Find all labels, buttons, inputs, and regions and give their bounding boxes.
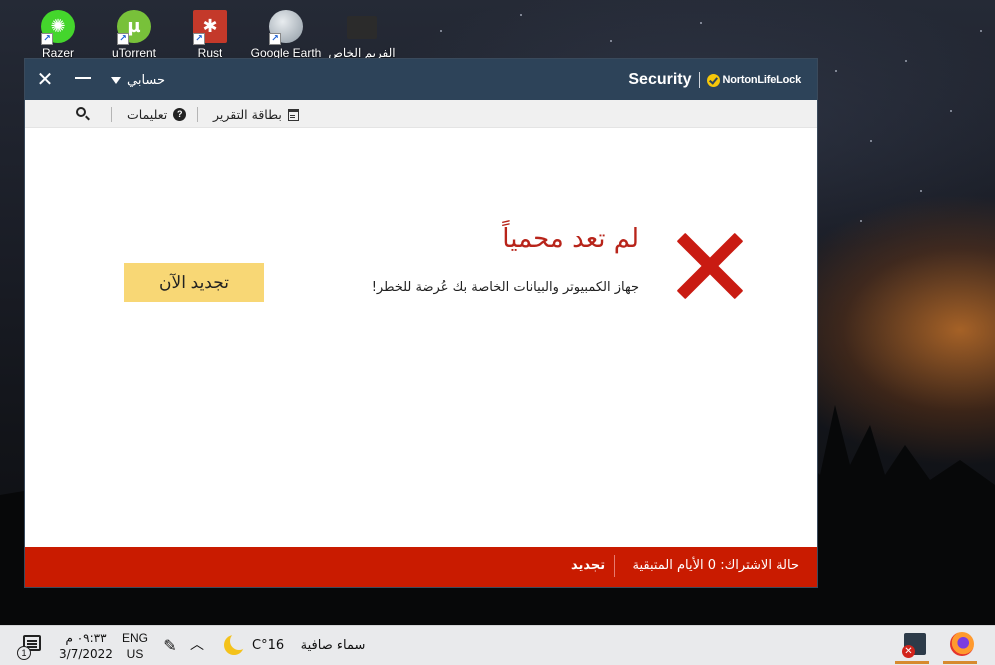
search-button[interactable] <box>75 106 91 122</box>
weather-temperature: 16°C <box>252 638 285 653</box>
firefox-icon <box>950 632 974 656</box>
subscription-footer: حالة الاشتراك: 0 الأيام المتبقية تجديد <box>25 547 817 587</box>
window-toolbar: تعليمات ? بطاقة التقرير <box>25 100 817 128</box>
notification-count: 1 <box>17 646 31 660</box>
clock-date: 3/7/2022 <box>59 647 113 661</box>
desktop-icon-rust[interactable]: ✱ ↗ Rust <box>172 10 248 60</box>
weather-condition: سماء صافية <box>300 638 366 653</box>
shortcut-arrow-icon: ↗ <box>193 33 205 46</box>
norton-check-icon <box>706 73 720 87</box>
pen-workspace-icon[interactable]: ✎ <box>160 636 180 656</box>
video-frame-icon <box>347 16 377 40</box>
status-panel: لم تعد محمياً جهاز الكمبيوتر والبيانات ا… <box>25 128 817 547</box>
subscription-status: حالة الاشتراك: 0 الأيام المتبقية <box>632 558 799 573</box>
shortcut-arrow-icon: ↗ <box>117 33 129 46</box>
search-icon-handle <box>85 115 90 121</box>
close-icon: ✕ <box>36 67 54 91</box>
taskbar: 1 ٠٩:٣٣ م 3/7/2022 ENG US ✎ ︿ سماء صافية… <box>0 625 995 665</box>
chevron-down-icon <box>111 76 121 84</box>
razer-icon: ✺ ↗ <box>41 10 75 46</box>
help-icon: ? <box>173 108 187 121</box>
norton-brand: Security NortonLifeLock <box>628 70 801 90</box>
taskbar-app-firefox[interactable] <box>941 628 979 664</box>
account-menu[interactable]: حسابي <box>111 70 165 90</box>
calendar-icon <box>287 108 299 121</box>
desktop-icon-utorrent[interactable]: µ ↗ uTorrent <box>96 10 172 60</box>
alert-x-icon: ✕ <box>902 645 915 658</box>
rust-icon: ✱ ↗ <box>193 10 227 46</box>
brand-company: NortonLifeLock <box>722 74 802 86</box>
close-button[interactable]: ✕ <box>35 68 55 90</box>
clock-time: ٠٩:٣٣ م <box>65 631 107 645</box>
not-protected-x-icon <box>675 231 745 301</box>
active-indicator <box>895 661 929 664</box>
account-label: حسابي <box>127 72 166 88</box>
lang-line1: ENG <box>121 631 148 645</box>
weather-widget[interactable]: سماء صافية 16°C <box>252 638 365 653</box>
report-card-link[interactable]: بطاقة التقرير <box>213 106 299 123</box>
active-indicator <box>943 661 977 664</box>
help-menu[interactable]: تعليمات ? <box>127 106 187 123</box>
brand-product: Security <box>628 71 692 88</box>
report-card-label: بطاقة التقرير <box>213 107 282 122</box>
renew-link[interactable]: تجديد <box>571 558 605 573</box>
minimize-button[interactable] <box>71 67 95 91</box>
brand-divider <box>698 72 700 88</box>
utorrent-icon: µ ↗ <box>117 10 151 46</box>
minimize-icon <box>75 77 91 79</box>
status-subtitle: جهاز الكمبيوتر والبيانات الخاصة بك عُرضة… <box>371 280 639 295</box>
window-titlebar: ✕ حسابي Security NortonLifeLock <box>25 59 817 100</box>
footer-divider <box>614 555 615 577</box>
taskbar-app-norton[interactable]: ✕ <box>893 628 931 664</box>
shortcut-arrow-icon: ↗ <box>41 33 53 46</box>
google-earth-icon: ↗ <box>269 10 303 46</box>
brand-logo: NortonLifeLock <box>706 73 802 87</box>
moon-weather-icon[interactable] <box>224 632 248 655</box>
desktop-icon-razer[interactable]: ✺ ↗ Razer <box>20 10 96 60</box>
language-indicator[interactable]: ENG US <box>120 630 150 662</box>
shortcut-arrow-icon: ↗ <box>269 33 281 46</box>
help-label: تعليمات <box>127 107 168 122</box>
norton-app-icon: ✕ <box>902 633 926 658</box>
toolbar-divider <box>111 107 112 122</box>
taskbar-clock[interactable]: ٠٩:٣٣ م 3/7/2022 <box>58 630 114 662</box>
status-title: لم تعد محمياً <box>502 224 639 254</box>
desktop-icon-google-earth[interactable]: ↗ Google Earth <box>248 10 324 60</box>
lang-line2: US <box>126 647 144 661</box>
desktop-icon-video-frame[interactable]: الفريم الخاص <box>324 10 400 60</box>
chevron-up-icon[interactable]: ︿ <box>188 636 206 654</box>
norton-window: ✕ حسابي Security NortonLifeLock تعليمات … <box>24 58 818 588</box>
renew-now-button[interactable]: تجديد الآن <box>124 263 264 302</box>
toolbar-divider <box>197 107 198 122</box>
